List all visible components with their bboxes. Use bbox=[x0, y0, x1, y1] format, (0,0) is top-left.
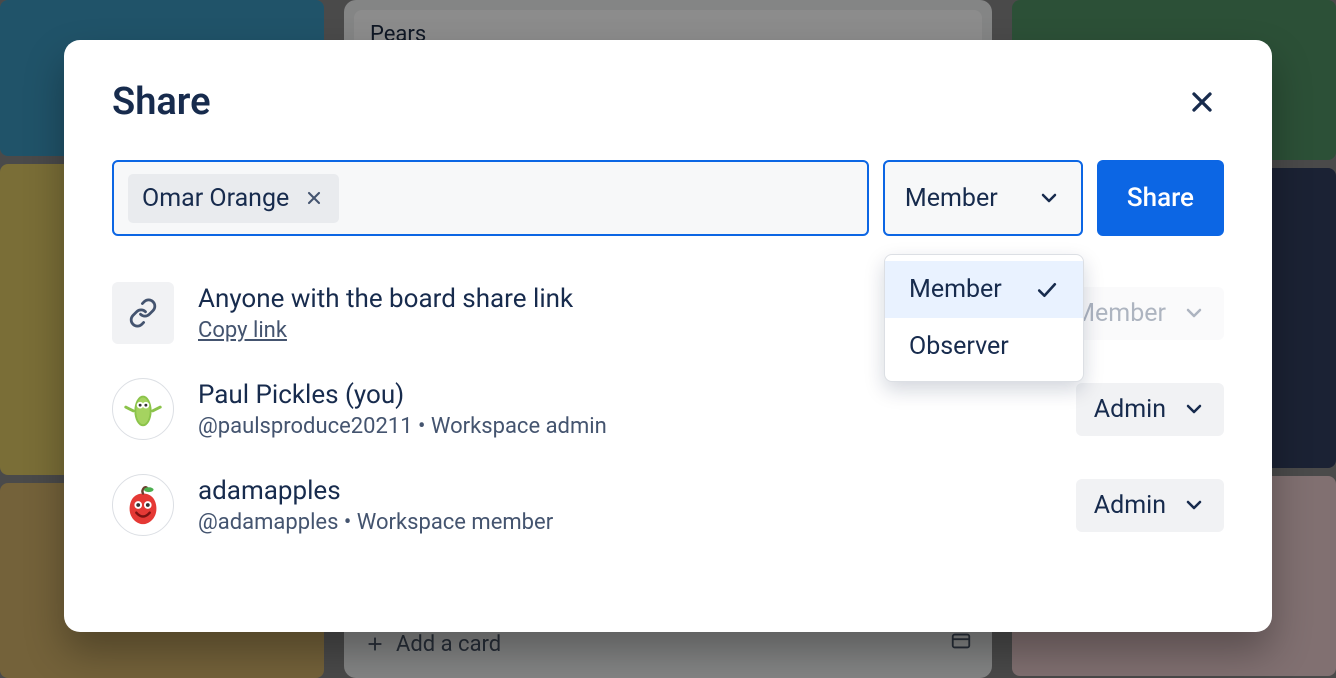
chevron-down-icon bbox=[1037, 186, 1061, 210]
close-icon bbox=[304, 188, 324, 208]
member-role-select[interactable]: Admin bbox=[1076, 479, 1224, 532]
dropdown-option-member[interactable]: Member bbox=[885, 261, 1083, 318]
member-subtext: @adamapples • Workspace member bbox=[198, 510, 553, 535]
member-name: adamapples bbox=[198, 476, 553, 506]
role-badge-label: Admin bbox=[1094, 395, 1166, 424]
link-icon bbox=[112, 282, 174, 344]
chevron-down-icon bbox=[1182, 397, 1206, 421]
dropdown-option-label: Member bbox=[909, 275, 1002, 304]
member-row: Paul Pickles (you) @paulsproduce20211 • … bbox=[112, 378, 1224, 440]
close-icon bbox=[1186, 86, 1218, 118]
chevron-down-icon bbox=[1182, 493, 1206, 517]
member-chip-name: Omar Orange bbox=[142, 184, 289, 213]
remove-chip-button[interactable] bbox=[303, 187, 325, 209]
dropdown-option-observer[interactable]: Observer bbox=[885, 318, 1083, 375]
role-select[interactable]: Member bbox=[883, 160, 1083, 236]
modal-title: Share bbox=[112, 80, 211, 124]
member-subtext: @paulsproduce20211 • Workspace admin bbox=[198, 414, 607, 439]
avatar bbox=[112, 474, 174, 536]
member-row: adamapples @adamapples • Workspace membe… bbox=[112, 474, 1224, 536]
share-button[interactable]: Share bbox=[1097, 160, 1224, 236]
member-role-select[interactable]: Admin bbox=[1076, 383, 1224, 436]
role-badge-label: Member bbox=[1073, 299, 1166, 328]
share-link-title: Anyone with the board share link bbox=[198, 284, 573, 314]
dropdown-option-label: Observer bbox=[909, 332, 1009, 361]
close-button[interactable] bbox=[1180, 80, 1224, 124]
member-chip: Omar Orange bbox=[128, 174, 339, 223]
role-badge-label: Admin bbox=[1094, 491, 1166, 520]
invite-member-input[interactable]: Omar Orange bbox=[112, 160, 869, 236]
role-dropdown: Member Observer bbox=[884, 254, 1084, 382]
copy-link-button[interactable]: Copy link bbox=[198, 318, 287, 343]
share-modal: Share Omar Orange Member Share Member bbox=[64, 40, 1272, 632]
avatar bbox=[112, 378, 174, 440]
chevron-down-icon bbox=[1182, 301, 1206, 325]
check-icon bbox=[1034, 277, 1059, 302]
member-name: Paul Pickles (you) bbox=[198, 380, 607, 410]
role-select-label: Member bbox=[905, 184, 998, 213]
